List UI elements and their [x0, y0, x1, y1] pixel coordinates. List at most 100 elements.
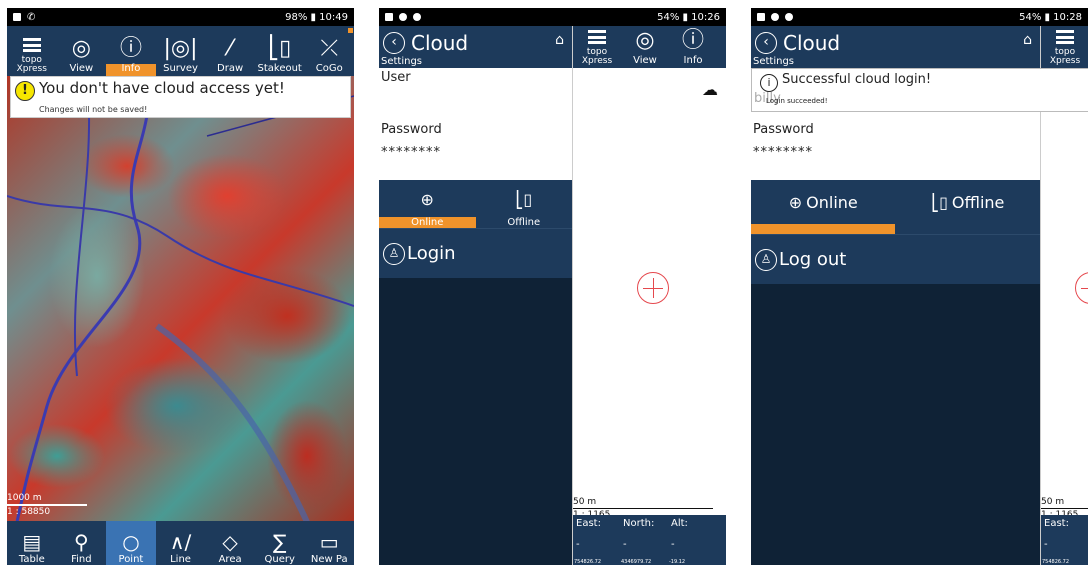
btool-line-label: Line: [170, 554, 191, 565]
bottom-toolbar: ▤ Table ⚲ Find ○ Point ∧∕ Line ◇ Area ∑ Query …: [7, 521, 354, 565]
warning-subtitle: Changes will not be saved!: [39, 105, 148, 114]
map-toolbar: topo Xpress ◎ View ⓘ Info: [573, 26, 726, 68]
scale-line: [7, 504, 87, 506]
tool-info[interactable]: ⓘ Info: [106, 26, 156, 76]
back-icon[interactable]: ‹: [383, 32, 405, 54]
settings-label: Settings: [381, 56, 423, 67]
btool-point-label: Point: [118, 554, 144, 565]
tool-stakeout-label: Stakeout: [257, 63, 302, 74]
btool-point[interactable]: ○ Point: [106, 521, 156, 565]
status-bar: 54% ▮ 10:26: [379, 8, 726, 26]
sync-icon: [399, 13, 407, 21]
overflow-marker[interactable]: [348, 28, 353, 33]
record-icon: [785, 13, 793, 21]
info-icon: ⓘ: [681, 28, 704, 53]
cloud-header: ‹ Cloud ⌂ Settings: [751, 26, 1040, 68]
tool-view[interactable]: ◎ View: [57, 26, 107, 76]
tool-survey[interactable]: |◎| Survey: [156, 26, 206, 76]
offline-icon: ⎣▯: [515, 190, 533, 209]
menu-icon: [1056, 30, 1074, 48]
cogo-icon: ⤫: [320, 36, 339, 61]
home-icon[interactable]: ⌂: [555, 32, 564, 48]
tool-view[interactable]: ◎ View: [621, 26, 669, 68]
stakeout-icon: ⎣▯: [268, 36, 292, 61]
globe-icon: ⊕: [788, 192, 803, 212]
password-field[interactable]: ********: [381, 145, 441, 160]
btool-area[interactable]: ◇ Area: [205, 521, 255, 565]
tool-cogo[interactable]: ⤫ CoGo: [304, 26, 354, 76]
map-view[interactable]: topoXpress ◎ View ⓘ Info ☁ 50 m 1 : 1165…: [572, 26, 726, 565]
phone-icon: ✆: [27, 11, 36, 23]
tab-offline-label: Offline: [951, 192, 1005, 212]
logout-button[interactable]: ♙ Log out: [751, 234, 1040, 284]
page-title: Cloud: [411, 31, 469, 55]
survey-icon: |◎|: [163, 36, 198, 61]
tool-cogo-label: CoGo: [315, 63, 343, 74]
status-right: 98% ▮ 10:49: [285, 11, 348, 23]
btool-table-label: Table: [18, 554, 45, 565]
info-icon: i: [760, 74, 778, 92]
tab-offline[interactable]: ⎣▯ Offline: [896, 180, 1041, 224]
btool-line[interactable]: ∧∕ Line: [156, 521, 206, 565]
mode-tabs: ⊕ Online ⎣▯ Offline: [379, 180, 572, 228]
cloud-icon[interactable]: ☁: [702, 80, 718, 99]
home-icon[interactable]: ⌂: [1023, 32, 1032, 48]
btool-find[interactable]: ⚲ Find: [57, 521, 107, 565]
toast-title: Successful cloud login!: [782, 72, 932, 87]
user-label[interactable]: User: [381, 70, 411, 85]
cloud-panel: ‹ Cloud ⌂ Settings User Password *******…: [379, 26, 572, 565]
tab-online[interactable]: ⊕ Online: [751, 180, 896, 224]
tool-survey-label: Survey: [163, 63, 198, 74]
back-icon[interactable]: ‹: [755, 32, 777, 54]
warning-icon: !: [15, 81, 35, 101]
password-field[interactable]: ********: [753, 145, 813, 160]
btool-query[interactable]: ∑ Query: [255, 521, 305, 565]
toast-subtitle: Login succeeded!: [766, 97, 828, 105]
map-scale: 1000 m 1 : 58850: [7, 493, 87, 517]
offline-icon: ⎣▯: [931, 192, 948, 212]
tool-draw[interactable]: ⁄ Draw: [205, 26, 255, 76]
tool-topo[interactable]: topo Xpress: [1041, 26, 1088, 68]
info-icon: ⓘ: [119, 36, 142, 61]
point-icon: ○: [122, 530, 140, 554]
status-right: 54% ▮ 10:28: [1019, 11, 1082, 23]
tool-view-label: View: [69, 63, 94, 74]
btool-find-label: Find: [71, 554, 92, 565]
btool-newpage[interactable]: ▭ New Pa: [304, 521, 354, 565]
status-bar: 54% ▮ 10:28: [751, 8, 1088, 26]
tool-topo[interactable]: topo Xpress: [573, 26, 621, 68]
newpage-icon: ▭: [319, 530, 339, 554]
tool-topo-label: topo Xpress: [16, 55, 47, 74]
logout-label: Log out: [779, 249, 847, 270]
tool-info[interactable]: ⓘ Info: [669, 26, 717, 68]
tab-online-label: Online: [806, 192, 858, 212]
tab-offline-label: Offline: [507, 217, 541, 228]
status-right: 54% ▮ 10:26: [657, 11, 720, 23]
btool-area-label: Area: [218, 554, 242, 565]
status-bar: ✆ 98% ▮ 10:49: [7, 8, 354, 26]
btool-newpage-label: New Pa: [310, 554, 348, 565]
menu-icon: [22, 38, 41, 56]
login-button[interactable]: ♙ Login: [379, 228, 572, 278]
coordinate-bar: East: North: Alt: - - - 754826.72 434697…: [573, 515, 726, 565]
tool-topo[interactable]: topo Xpress: [7, 26, 57, 76]
user-icon: ♙: [383, 242, 405, 265]
login-success-toast: billy i Successful cloud login! Login su…: [751, 68, 1088, 112]
tab-online[interactable]: ⊕ Online: [379, 180, 476, 228]
cloud-warning-toast: ! You don't have cloud access yet! Chang…: [10, 76, 351, 118]
tool-info-label: Info: [121, 63, 141, 74]
btool-table[interactable]: ▤ Table: [7, 521, 57, 565]
crosshair-icon: [1075, 272, 1088, 304]
user-icon: ♙: [755, 248, 777, 271]
river-lines: [7, 76, 354, 522]
warning-title: You don't have cloud access yet!: [39, 79, 285, 97]
credential-fields: User Password ********: [379, 68, 572, 180]
satellite-map[interactable]: [7, 76, 354, 522]
tab-offline[interactable]: ⎣▯ Offline: [476, 180, 573, 228]
main-toolbar: topo Xpress ◎ View ⓘ Info |◎| Survey ⁄ Dr…: [7, 26, 354, 76]
map-toolbar: topo Xpress: [1041, 26, 1088, 68]
tool-draw-label: Draw: [217, 63, 244, 74]
coordinate-bar: East: - 754826.72: [1041, 515, 1088, 565]
mode-tabs: ⊕ Online ⎣▯ Offline: [751, 180, 1040, 224]
tool-stakeout[interactable]: ⎣▯ Stakeout: [255, 26, 305, 76]
